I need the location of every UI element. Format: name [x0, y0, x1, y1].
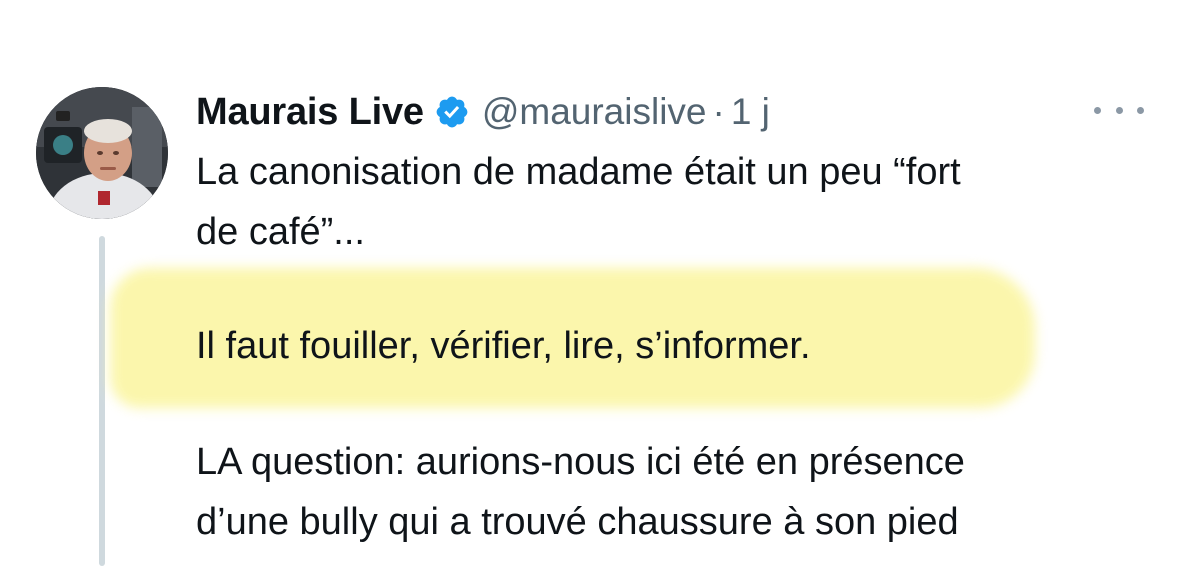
tweet-header: Maurais Live @mauraislive · 1 j: [196, 84, 770, 140]
separator-dot: ·: [712, 91, 725, 132]
tweet-timestamp[interactable]: 1 j: [731, 91, 770, 133]
tweet-text-line-4: LA question: aurions-nous ici été en pré…: [196, 441, 965, 483]
tweet-text-highlighted-line: Il faut fouiller, vérifier, lire, s’info…: [196, 325, 811, 367]
more-dot: [1094, 106, 1101, 114]
author-display-name[interactable]: Maurais Live: [196, 91, 424, 134]
tweet-text-line-1: La canonisation de madame était un peu “…: [196, 151, 961, 193]
more-dot: [1115, 106, 1123, 114]
avatar[interactable]: [36, 87, 168, 219]
thread-connector-line: [99, 236, 105, 566]
tweet-text-line-5: d’une bully qui a trouvé chaussure à son…: [196, 501, 959, 543]
more-dot: [1137, 106, 1144, 114]
author-handle[interactable]: @mauraislive: [482, 91, 707, 133]
tweet-card: Maurais Live @mauraislive · 1 j La canon…: [0, 0, 1179, 566]
verified-badge-icon[interactable]: [434, 94, 470, 130]
tweet-text-line-2: de café”...: [196, 211, 365, 253]
more-options-icon[interactable]: [1094, 98, 1144, 122]
avatar-image: [36, 87, 168, 219]
